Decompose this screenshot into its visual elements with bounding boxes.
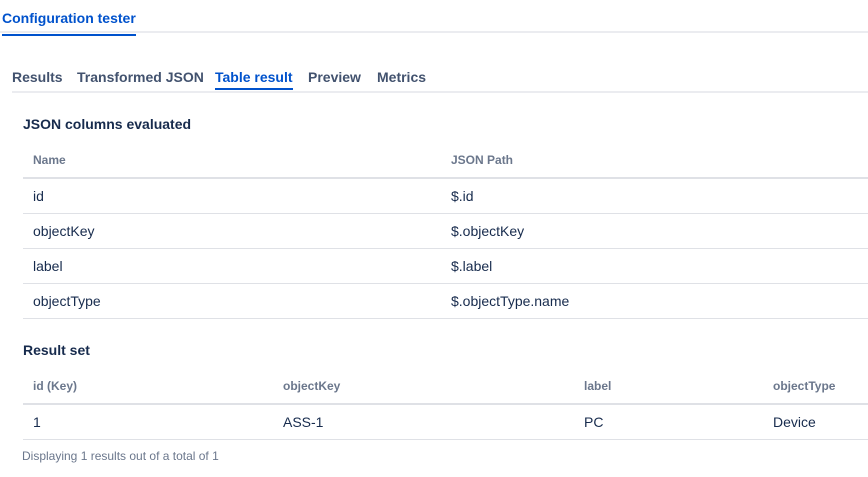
tab-preview[interactable]: Preview [308, 69, 361, 85]
table-row: 1 ASS-1 PC Device [23, 404, 868, 440]
cell-name: objectType [23, 283, 441, 319]
tab-results[interactable]: Results [12, 69, 63, 85]
cell-id-key: 1 [23, 404, 273, 440]
column-header-label[interactable]: label [574, 369, 763, 405]
column-header-json-path[interactable]: JSON Path [441, 143, 868, 179]
top-tab-bar: Configuration tester [0, 0, 868, 36]
tab-metrics[interactable]: Metrics [377, 69, 426, 85]
column-header-name[interactable]: Name [23, 143, 441, 179]
cell-json-path: $.objectKey [441, 213, 868, 249]
table-header-row: id (Key) objectKey label objectType [23, 369, 868, 405]
tab-configuration-tester[interactable]: Configuration tester [2, 10, 136, 36]
tab-table-result[interactable]: Table result [215, 69, 293, 90]
results-count-text: Displaying 1 results out of a total of 1 [22, 449, 219, 463]
table-row: objectType $.objectType.name [23, 283, 868, 319]
json-columns-table: Name JSON Path id $.id objectKey $.objec… [23, 143, 868, 319]
column-header-id-key[interactable]: id (Key) [23, 369, 273, 405]
result-set-title: Result set [23, 342, 90, 358]
result-set-table: id (Key) objectKey label objectType 1 AS… [23, 369, 868, 440]
column-header-object-key[interactable]: objectKey [273, 369, 574, 405]
cell-label: PC [574, 404, 763, 440]
cell-name: label [23, 248, 441, 284]
cell-json-path: $.id [441, 178, 868, 214]
cell-json-path: $.objectType.name [441, 283, 868, 319]
cell-object-type: Device [763, 404, 868, 440]
table-row: objectKey $.objectKey [23, 213, 868, 249]
cell-object-key: ASS-1 [273, 404, 574, 440]
table-header-row: Name JSON Path [23, 143, 868, 179]
configuration-tester-page: Configuration tester Results Transformed… [0, 0, 868, 477]
cell-json-path: $.label [441, 248, 868, 284]
cell-name: objectKey [23, 213, 441, 249]
table-row: id $.id [23, 178, 868, 214]
json-columns-title: JSON columns evaluated [23, 116, 192, 132]
result-tab-bar: Results Transformed JSON Table result Pr… [12, 69, 868, 93]
column-header-object-type[interactable]: objectType [763, 369, 868, 405]
cell-name: id [23, 178, 441, 214]
table-row: label $.label [23, 248, 868, 284]
tab-transformed-json[interactable]: Transformed JSON [77, 69, 204, 85]
